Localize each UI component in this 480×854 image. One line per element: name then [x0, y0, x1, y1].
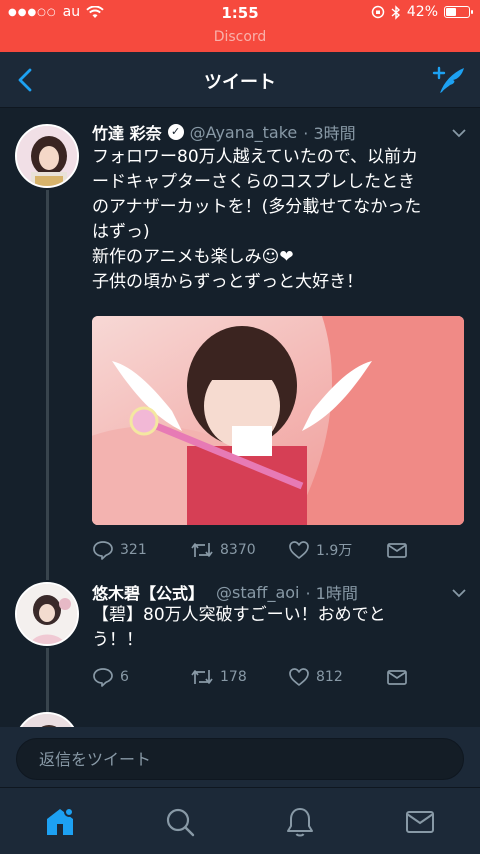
retweet-button[interactable]: 8370 — [190, 541, 288, 559]
verified-badge-icon: ✓ — [167, 124, 184, 140]
avatar[interactable] — [15, 582, 79, 646]
return-to-app-link[interactable]: Discord — [0, 29, 480, 45]
tweet-body: 【碧】80万人突破すごーい！おめでと う！！ — [92, 605, 386, 650]
compose-tweet-icon[interactable] — [432, 64, 466, 96]
author-handle[interactable]: @Ayana_take — [190, 123, 298, 142]
retweet-count: 178 — [220, 669, 247, 685]
reply-count: 321 — [120, 542, 147, 558]
retweet-icon — [191, 670, 213, 684]
chevron-down-icon[interactable] — [452, 128, 466, 138]
reply-count: 6 — [120, 669, 129, 685]
tweet-body: フォロワー80万人越えていたので、以前カ ードキャプターさくらのコスプレしたとき… — [92, 147, 422, 292]
share-dm-icon — [387, 670, 407, 685]
reply-button[interactable]: 321 — [92, 540, 190, 560]
tweet-photo[interactable] — [92, 316, 464, 525]
reply-icon — [93, 541, 113, 560]
avatar-image — [17, 584, 77, 644]
thread-connector-line — [46, 190, 49, 580]
tweet-actions: 321 8370 1.9万 — [92, 540, 480, 560]
thread-connector-line — [46, 648, 49, 712]
avatar[interactable] — [15, 124, 79, 188]
tweet-header: 竹達 彩奈 ✓ @Ayana_take · 3時間 — [92, 120, 356, 144]
bluetooth-icon — [391, 4, 400, 20]
battery-icon — [444, 6, 473, 18]
navigation-bar: ツイート — [0, 52, 480, 108]
reply-button[interactable]: 6 — [92, 667, 190, 687]
share-dm-icon — [387, 543, 407, 558]
status-bar: ●●●○○ au 1:55 42% Discord — [0, 0, 480, 52]
like-count: 812 — [316, 669, 343, 685]
search-icon[interactable] — [164, 806, 196, 838]
reply-input[interactable] — [16, 738, 464, 780]
orientation-lock-icon — [371, 5, 385, 19]
avatar-image — [17, 126, 77, 186]
like-count: 1.9万 — [316, 543, 353, 559]
tweet-actions: 6 178 812 — [92, 667, 480, 687]
like-button[interactable]: 812 — [288, 667, 386, 687]
reply-bar — [0, 727, 480, 787]
retweet-button[interactable]: 178 — [190, 668, 288, 686]
share-dm-button[interactable] — [386, 668, 480, 686]
author-name[interactable]: 竹達 彩奈 — [92, 120, 162, 144]
messages-icon[interactable] — [404, 806, 436, 838]
status-right: 42% — [371, 4, 473, 20]
battery-percent: 42% — [406, 4, 438, 20]
retweet-icon — [191, 543, 213, 557]
tweet-timestamp: · 3時間 — [303, 124, 356, 143]
page-title: ツイート — [204, 72, 276, 93]
tweet-timestamp: · 1時間 — [305, 584, 358, 603]
home-icon[interactable] — [44, 806, 76, 838]
chevron-down-icon[interactable] — [452, 588, 466, 598]
notifications-icon[interactable] — [284, 806, 316, 838]
reply-icon — [93, 668, 113, 687]
like-icon — [289, 668, 309, 686]
battery-fill — [446, 8, 457, 16]
author-name[interactable]: 悠木碧【公式】 — [92, 580, 204, 604]
retweet-count: 8370 — [220, 542, 256, 558]
author-handle[interactable]: @staff_aoi — [216, 583, 299, 602]
tweet-header: 悠木碧【公式】 @staff_aoi · 1時間 — [92, 580, 358, 604]
share-dm-button[interactable] — [386, 541, 480, 559]
like-icon — [289, 541, 309, 559]
like-button[interactable]: 1.9万 — [288, 540, 386, 560]
cosplay-photo-image — [92, 316, 464, 525]
tab-bar — [0, 787, 480, 854]
